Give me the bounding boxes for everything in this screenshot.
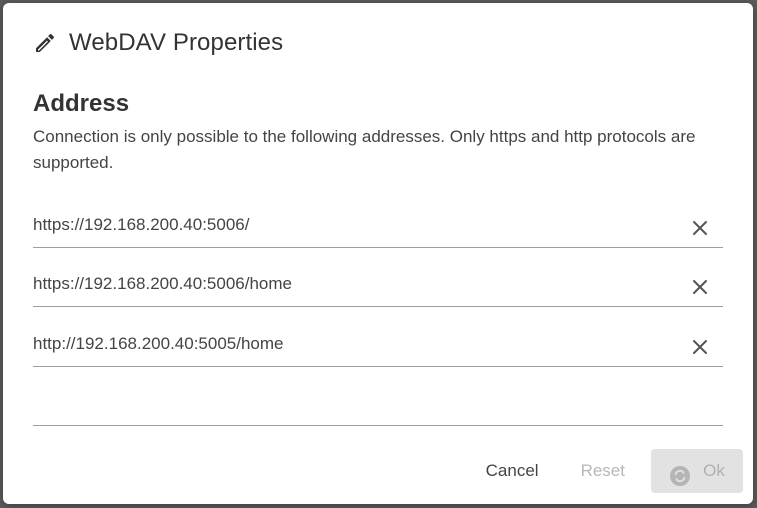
reset-button[interactable]: Reset	[565, 449, 641, 493]
cancel-button[interactable]: Cancel	[470, 449, 555, 493]
webdav-properties-dialog: WebDAV Properties Address Connection is …	[3, 3, 753, 504]
clear-address-button[interactable]	[691, 278, 709, 296]
address-value[interactable]: https://192.168.200.40:5006/home	[33, 274, 292, 294]
ok-button[interactable]: Ok	[651, 449, 743, 493]
clear-address-button[interactable]	[691, 338, 709, 356]
close-icon	[693, 221, 707, 235]
address-description: Connection is only possible to the follo…	[33, 127, 696, 172]
sync-icon	[669, 460, 691, 486]
close-icon	[693, 340, 707, 354]
ok-label: Ok	[703, 461, 725, 480]
address-field-3[interactable]: http://192.168.200.40:5005/home	[33, 330, 723, 367]
close-icon	[693, 280, 707, 294]
address-value[interactable]: http://192.168.200.40:5005/home	[33, 334, 283, 354]
address-heading: Address	[33, 90, 130, 117]
clear-address-button[interactable]	[691, 219, 709, 237]
address-value[interactable]: https://192.168.200.40:5006/	[33, 215, 249, 235]
dialog-title: WebDAV Properties	[69, 29, 284, 56]
dialog-actions: Cancel Reset Ok	[460, 449, 743, 493]
address-field-1[interactable]: https://192.168.200.40:5006/	[33, 211, 723, 248]
pencil-icon	[33, 31, 57, 55]
address-field-2[interactable]: https://192.168.200.40:5006/home	[33, 270, 723, 307]
dialog-header: WebDAV Properties	[33, 27, 283, 59]
new-address-input[interactable]	[33, 389, 723, 426]
